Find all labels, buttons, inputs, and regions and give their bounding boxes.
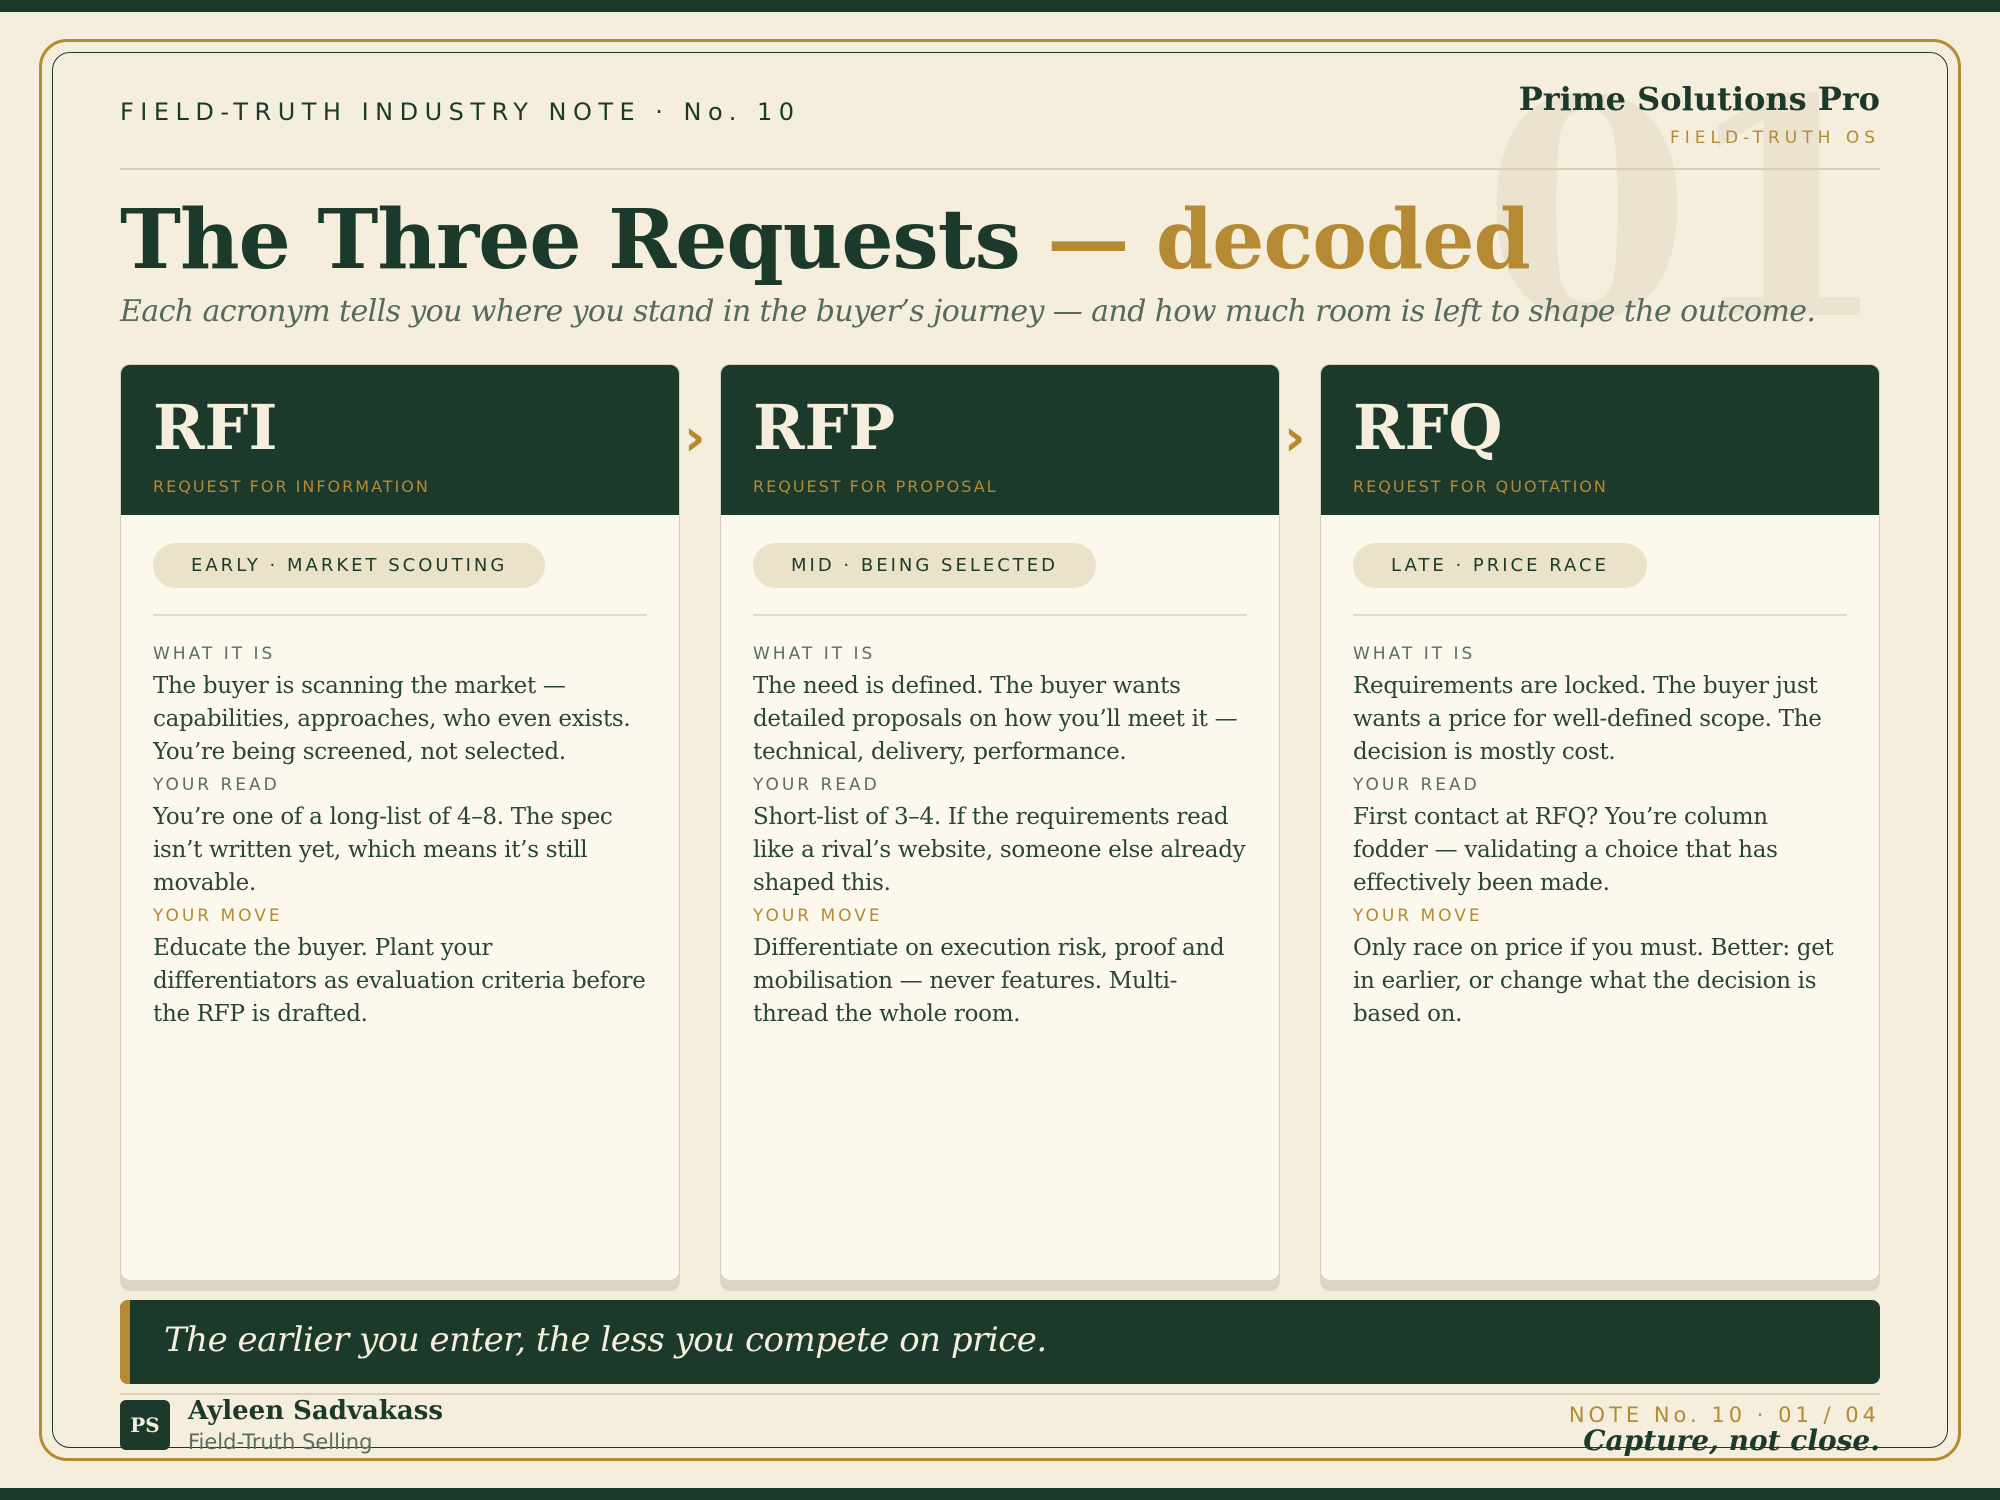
title-accent: — decoded	[1047, 192, 1531, 288]
stage-badge: EARLY · MARKET SCOUTING	[153, 543, 546, 588]
move-label: YOUR MOVE	[1353, 906, 1483, 926]
note-kicker: FIELD-TRUTH INDUSTRY NOTE · No. 10	[120, 98, 801, 126]
chevron-right-icon: ›	[1284, 408, 1306, 468]
card-divider	[153, 614, 647, 616]
top-accent-bar	[0, 0, 2000, 12]
bottom-accent-bar	[0, 1488, 2000, 1500]
what-label: WHAT IT IS	[153, 644, 276, 664]
what-label: WHAT IT IS	[753, 644, 876, 664]
read-text: Short-list of 3–4. If the requirements r…	[753, 804, 1246, 896]
read-label: YOUR READ	[153, 775, 280, 795]
card-header: RFI REQUEST FOR INFORMATION	[121, 365, 679, 515]
read-label: YOUR READ	[753, 775, 880, 795]
author-name: Ayleen Sadvakass	[188, 1396, 444, 1426]
card-body: MID · BEING SELECTED WHAT IT IS The need…	[721, 515, 1279, 1031]
header-divider	[120, 168, 1880, 170]
what-text: Requirements are locked. The buyer just …	[1353, 673, 1822, 765]
card-rfi: RFI REQUEST FOR INFORMATION EARLY · MARK…	[120, 364, 680, 1281]
move-text: Only race on price if you must. Better: …	[1353, 935, 1834, 1027]
move-text: Educate the buyer. Plant your differenti…	[153, 935, 646, 1027]
card-code: RFI	[153, 391, 278, 464]
move-label: YOUR MOVE	[753, 906, 883, 926]
card-full-name: REQUEST FOR QUOTATION	[1353, 477, 1608, 496]
card-header: RFQ REQUEST FOR QUOTATION	[1321, 365, 1879, 515]
card-code: RFP	[753, 391, 896, 464]
author-organization: Field-Truth Selling	[188, 1430, 373, 1454]
page-subtitle: Each acronym tells you where you stand i…	[120, 294, 1816, 329]
card-header: RFP REQUEST FOR PROPOSAL	[721, 365, 1279, 515]
avatar: PS	[120, 1400, 170, 1450]
stage-badge: MID · BEING SELECTED	[753, 543, 1097, 588]
what-text: The need is defined. The buyer wants det…	[753, 673, 1238, 765]
card-body: LATE · PRICE RACE WHAT IT IS Requirement…	[1321, 515, 1879, 1031]
brand-subtitle: FIELD-TRUTH OS	[1669, 128, 1880, 148]
card-divider	[753, 614, 1247, 616]
read-label: YOUR READ	[1353, 775, 1480, 795]
brand-name: Prime Solutions Pro	[1518, 80, 1880, 118]
stage-badge: LATE · PRICE RACE	[1353, 543, 1647, 588]
what-text: The buyer is scanning the market — capab…	[153, 673, 631, 765]
chevron-right-icon: ›	[684, 408, 706, 468]
page-title: The Three Requests — decoded	[120, 192, 1531, 288]
card-divider	[1353, 614, 1847, 616]
banner-text: The earlier you enter, the less you comp…	[164, 1320, 1047, 1360]
card-full-name: REQUEST FOR INFORMATION	[153, 477, 430, 496]
move-label: YOUR MOVE	[153, 906, 283, 926]
card-rfq: RFQ REQUEST FOR QUOTATION LATE · PRICE R…	[1320, 364, 1880, 1281]
card-body: EARLY · MARKET SCOUTING WHAT IT IS The b…	[121, 515, 679, 1031]
footer-tagline: Capture, not close.	[1583, 1424, 1880, 1457]
card-code: RFQ	[1353, 391, 1503, 464]
brand-block: Prime Solutions Pro FIELD-TRUTH OS	[1519, 80, 1880, 148]
footer-divider	[120, 1393, 1880, 1395]
read-text: You’re one of a long-list of 4–8. The sp…	[153, 804, 613, 896]
card-rfp: RFP REQUEST FOR PROPOSAL MID · BEING SEL…	[720, 364, 1280, 1281]
title-main: The Three Requests	[120, 192, 1021, 288]
read-text: First contact at RFQ? You’re column fodd…	[1353, 804, 1778, 896]
card-full-name: REQUEST FOR PROPOSAL	[753, 477, 998, 496]
banner-accent-bar	[120, 1300, 130, 1384]
takeaway-banner: The earlier you enter, the less you comp…	[120, 1300, 1880, 1384]
what-label: WHAT IT IS	[1353, 644, 1476, 664]
move-text: Differentiate on execution risk, proof a…	[753, 935, 1225, 1027]
